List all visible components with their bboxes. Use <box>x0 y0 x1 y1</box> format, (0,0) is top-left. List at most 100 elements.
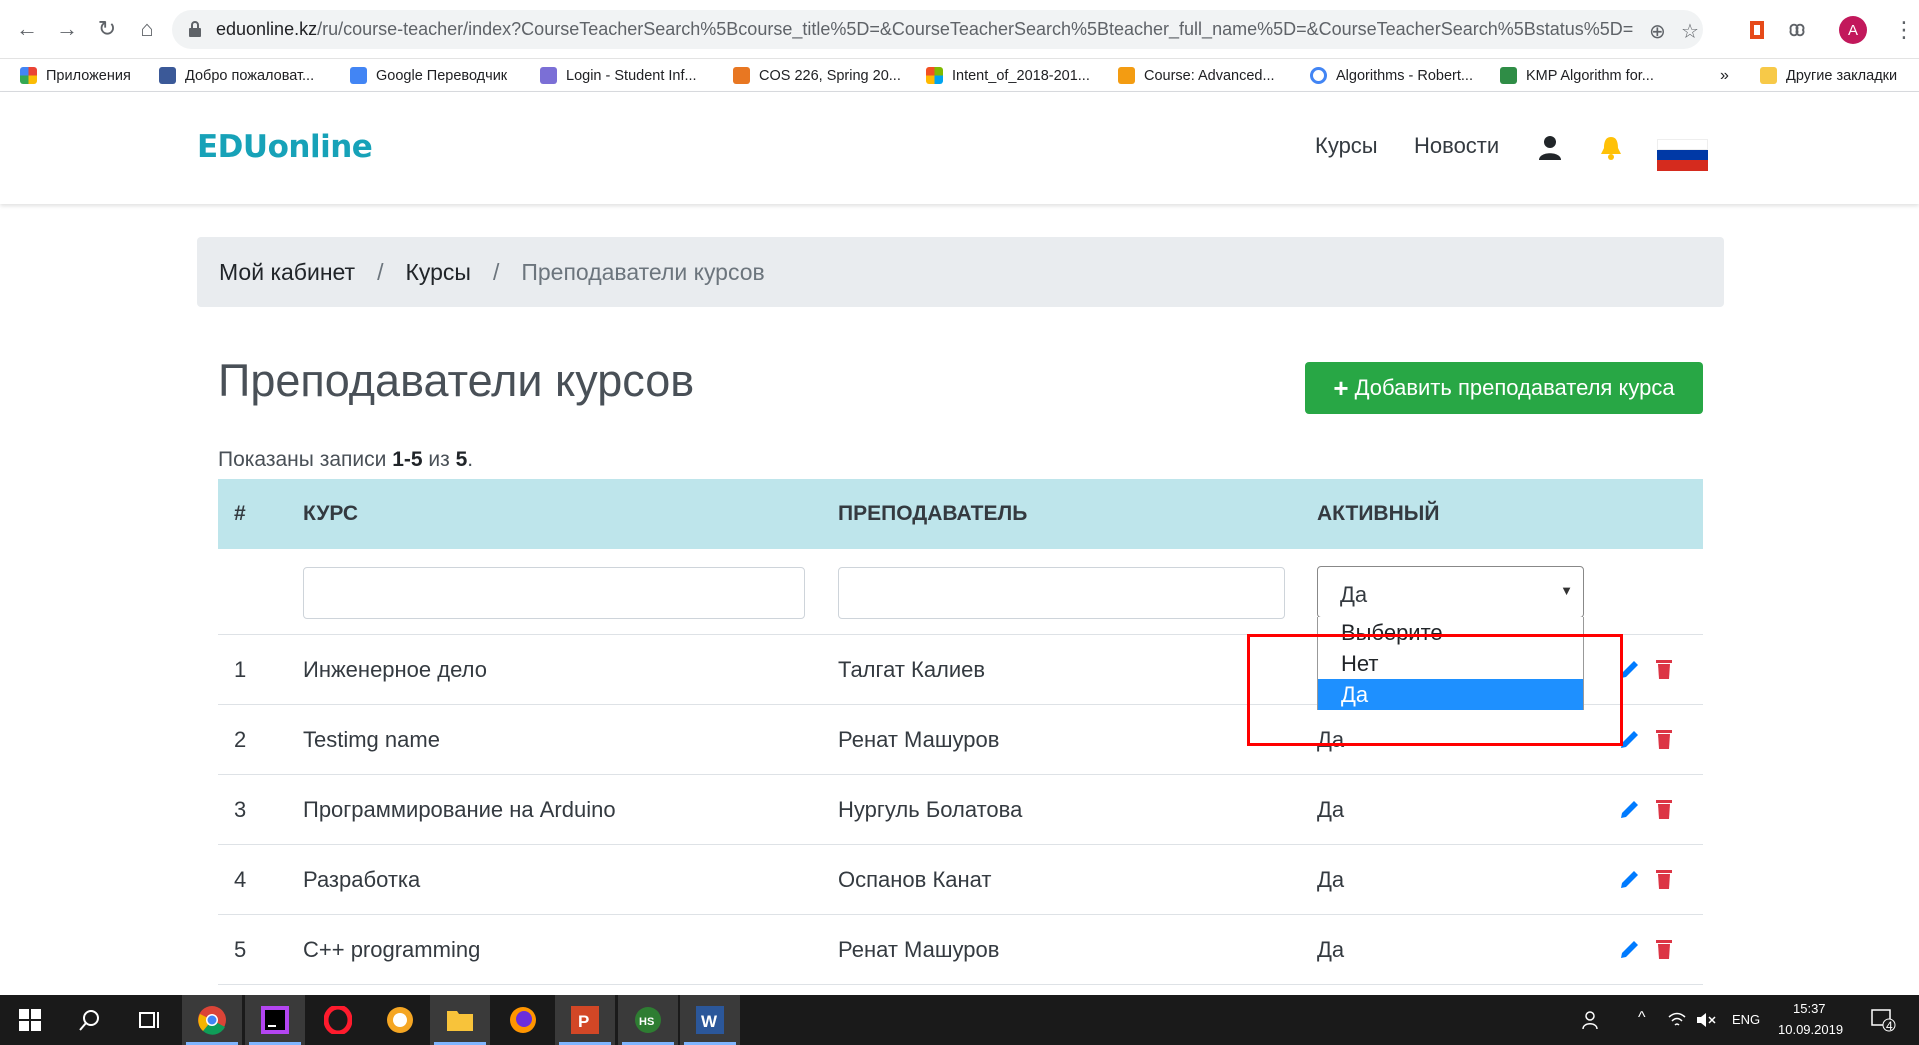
breadcrumb-separator: / <box>492 258 500 285</box>
people-icon[interactable] <box>1572 995 1612 1045</box>
moodle-icon <box>1118 67 1135 84</box>
notifications-icon[interactable]: 4 <box>1858 995 1908 1045</box>
opera-taskbar-icon[interactable] <box>308 995 368 1045</box>
edit-pencil-icon[interactable] <box>1618 867 1642 891</box>
geeksforgeeks-icon <box>1500 67 1517 84</box>
apps-grid-icon <box>20 67 37 84</box>
hs-app-taskbar-icon[interactable]: HS <box>618 995 678 1045</box>
chrome-taskbar-icon[interactable] <box>182 995 242 1045</box>
svg-text:P: P <box>578 1012 589 1031</box>
column-header-active[interactable]: АКТИВНЫЙ <box>1317 502 1439 526</box>
microsoft-icon <box>926 67 943 84</box>
windows-start-icon[interactable] <box>0 995 60 1045</box>
firefox-taskbar-icon[interactable] <box>493 995 553 1045</box>
row-number: 1 <box>234 657 247 682</box>
active-cell: Да <box>1317 867 1345 892</box>
add-teacher-button[interactable]: + Добавить преподавателя курса <box>1305 362 1703 414</box>
column-header-course[interactable]: КУРС <box>303 502 358 526</box>
breadcrumb-link[interactable]: Мой кабинет <box>219 259 355 286</box>
volume-muted-icon[interactable] <box>1696 1011 1716 1029</box>
zoom-icon[interactable]: ⊕ <box>1649 19 1666 44</box>
lock-icon <box>189 21 201 37</box>
breadcrumb-separator: / <box>377 258 384 285</box>
clock-date[interactable]: 10.09.2019 <box>1778 1022 1843 1037</box>
notification-count: 4 <box>1886 1019 1893 1033</box>
breadcrumb-link[interactable]: Курсы <box>405 259 470 286</box>
bookmarks-bar: Приложения Добро пожаловат... Google Пер… <box>0 59 1919 92</box>
star-icon[interactable]: ☆ <box>1681 19 1699 44</box>
teacher-cell: Талгат Калиев <box>838 657 986 682</box>
bookmark-item[interactable]: Google Переводчик <box>350 59 507 92</box>
nav-courses-link[interactable]: Курсы <box>1315 133 1378 159</box>
bookmark-item[interactable]: Login - Student Inf... <box>540 59 697 92</box>
input-language[interactable]: ENG <box>1732 1012 1760 1027</box>
active-filter-select[interactable]: Да ▼ <box>1317 566 1584 618</box>
records-summary: Показаны записи 1-5 из 5. <box>218 448 474 471</box>
office-extension-icon[interactable] <box>1745 18 1769 42</box>
bookmark-item[interactable]: Добро пожаловат... <box>159 59 314 92</box>
reload-icon[interactable]: ↻ <box>92 14 122 44</box>
home-icon[interactable]: ⌂ <box>132 14 162 44</box>
page-title: Преподаватели курсов <box>218 355 695 406</box>
bookmark-item[interactable]: Intent_of_2018-201... <box>926 59 1090 92</box>
teacher-cell: Нургуль Болатова <box>838 797 1023 822</box>
caret-down-icon: ▼ <box>1560 583 1573 598</box>
user-icon[interactable] <box>1538 135 1562 161</box>
wifi-icon[interactable] <box>1668 1011 1686 1029</box>
menu-icon[interactable]: ⋮ <box>1893 17 1915 43</box>
row-number: 2 <box>234 727 247 752</box>
row-number: 4 <box>234 867 247 892</box>
url-text: eduonline.kz/ru/course-teacher/index?Cou… <box>216 19 1634 39</box>
teacher-cell: Оспанов Канат <box>838 867 992 892</box>
teacher-cell: Ренат Машуров <box>838 937 1000 962</box>
folder-icon <box>1760 67 1777 84</box>
file-explorer-taskbar-icon[interactable] <box>430 995 490 1045</box>
table-row: 4 Разработка Оспанов Канат Да <box>218 845 1703 915</box>
profile-avatar[interactable]: A <box>1839 16 1867 44</box>
edit-pencil-icon[interactable] <box>1618 797 1642 821</box>
delete-trash-icon[interactable] <box>1652 727 1676 751</box>
word-taskbar-icon[interactable]: W <box>680 995 740 1045</box>
russian-flag-icon[interactable] <box>1657 139 1708 171</box>
delete-trash-icon[interactable] <box>1652 797 1676 821</box>
forward-icon[interactable]: → <box>52 14 82 44</box>
active-cell: Да <box>1317 797 1345 822</box>
more-bookmarks-button[interactable]: » <box>1720 59 1729 92</box>
table-row: 3 Программирование на Arduino Нургуль Бо… <box>218 775 1703 845</box>
task-view-icon[interactable] <box>120 995 180 1045</box>
powerpoint-taskbar-icon[interactable]: P <box>555 995 615 1045</box>
bookmark-item[interactable]: KMP Algorithm for... <box>1500 59 1654 92</box>
phpstorm-taskbar-icon[interactable] <box>245 995 305 1045</box>
delete-trash-icon[interactable] <box>1652 937 1676 961</box>
bookmark-apps[interactable]: Приложения <box>20 59 131 92</box>
back-icon[interactable]: ← <box>12 14 42 44</box>
bookmark-favicon <box>540 67 557 84</box>
delete-trash-icon[interactable] <box>1652 867 1676 891</box>
bell-icon[interactable] <box>1599 135 1623 161</box>
bookmark-item[interactable]: COS 226, Spring 20... <box>733 59 901 92</box>
bookmark-item[interactable]: Course: Advanced... <box>1118 59 1275 92</box>
search-icon[interactable] <box>60 995 120 1045</box>
svg-text:W: W <box>701 1012 718 1031</box>
course-cell: Разработка <box>303 867 421 892</box>
browser-toolbar: ← → ↻ ⌂ eduonline.kz/ru/course-teacher/i… <box>0 0 1919 59</box>
course-filter-input[interactable] <box>303 567 805 619</box>
delete-trash-icon[interactable] <box>1652 657 1676 681</box>
teacher-cell: Ренат Машуров <box>838 727 1000 752</box>
table-row: 5 C++ programming Ренат Машуров Да <box>218 915 1703 985</box>
teacher-filter-input[interactable] <box>838 567 1285 619</box>
chevron-up-icon[interactable]: ^ <box>1638 1009 1646 1027</box>
site-logo[interactable]: EDUonline <box>197 129 373 165</box>
course-cell: C++ programming <box>303 937 481 962</box>
clock-time[interactable]: 15:37 <box>1793 1001 1826 1016</box>
other-bookmarks-folder[interactable]: Другие закладки <box>1760 59 1897 92</box>
infinity-extension-icon[interactable] <box>1785 18 1809 42</box>
taskbar: P HS W ^ ENG 15:37 10.09.2019 4 <box>0 995 1919 1045</box>
column-header-teacher[interactable]: ПРЕПОДАВАТЕЛЬ <box>838 502 1027 526</box>
bookmark-item[interactable]: Algorithms - Robert... <box>1310 59 1473 92</box>
nav-news-link[interactable]: Новости <box>1414 133 1499 159</box>
address-bar[interactable]: eduonline.kz/ru/course-teacher/index?Cou… <box>172 10 1703 49</box>
edit-pencil-icon[interactable] <box>1618 937 1642 961</box>
vpn-taskbar-icon[interactable] <box>370 995 430 1045</box>
active-cell: Да <box>1317 937 1345 962</box>
